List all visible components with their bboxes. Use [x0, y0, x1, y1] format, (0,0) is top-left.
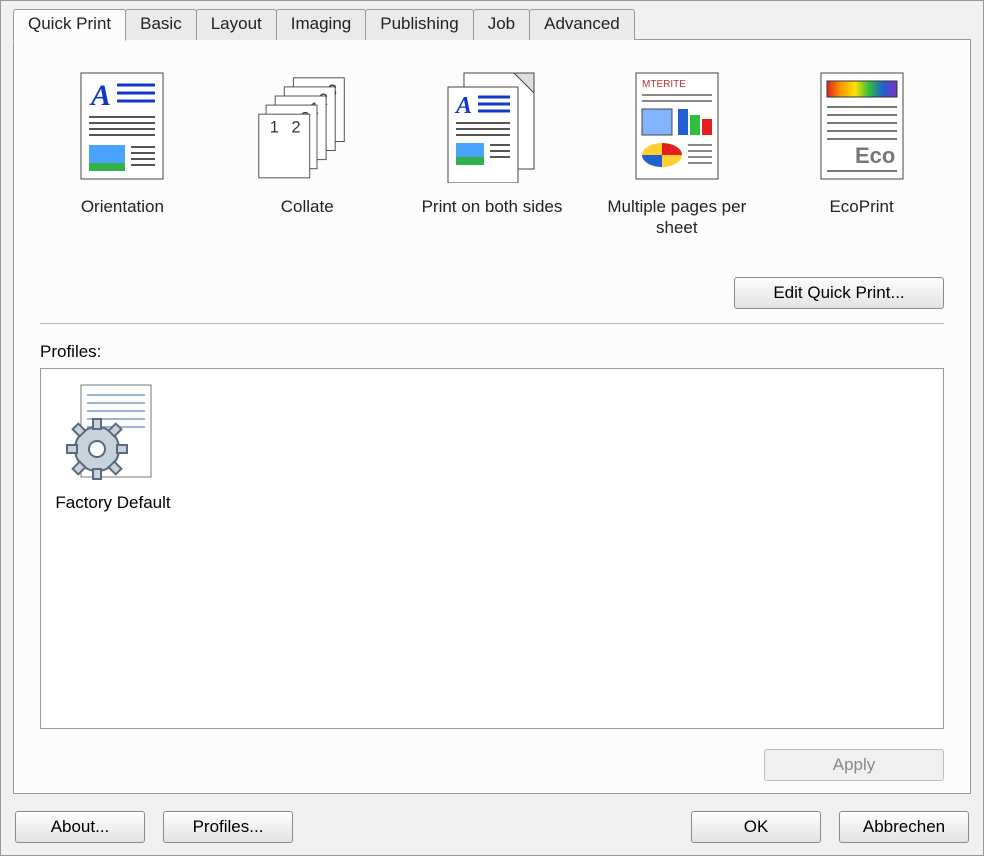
option-label: Orientation	[81, 196, 164, 217]
option-orientation[interactable]: A O	[50, 66, 195, 239]
tab-advanced[interactable]: Advanced	[529, 9, 635, 40]
option-both-sides[interactable]: A Print on both sides	[420, 66, 565, 239]
tab-label: Quick Print	[28, 14, 111, 33]
collate-icon: 3 2 1 3 2 1	[257, 66, 357, 186]
option-ecoprint[interactable]: Eco EcoPrint	[789, 66, 934, 239]
ecoprint-icon: Eco	[812, 66, 912, 186]
tab-strip: Quick Print Basic Layout Imaging Publish…	[1, 1, 983, 40]
svg-text:1: 1	[270, 118, 279, 136]
profile-label: Factory Default	[55, 493, 170, 513]
option-label: Collate	[281, 196, 334, 217]
apply-button: Apply	[764, 749, 944, 781]
svg-text:Eco: Eco	[855, 143, 895, 168]
dialog-footer: About... Profiles... OK Abbrechen	[1, 803, 983, 855]
duplex-icon: A	[442, 66, 542, 186]
svg-text:A: A	[89, 79, 111, 112]
profiles-heading: Profiles:	[40, 342, 944, 362]
profiles-listbox[interactable]: Factory Default	[40, 368, 944, 730]
tab-job[interactable]: Job	[473, 9, 530, 40]
quick-print-options: A O	[40, 66, 944, 247]
factory-default-icon	[63, 381, 163, 489]
tab-layout[interactable]: Layout	[196, 9, 277, 40]
tab-imaging[interactable]: Imaging	[276, 9, 366, 40]
svg-text:MTERITE: MTERITE	[642, 79, 686, 90]
edit-quick-print-button[interactable]: Edit Quick Print...	[734, 277, 944, 309]
option-label: Print on both sides	[422, 196, 563, 217]
tab-quick-print[interactable]: Quick Print	[13, 9, 126, 41]
option-multi-per-sheet[interactable]: MTERITE	[604, 66, 749, 239]
tab-label: Layout	[211, 14, 262, 33]
tab-label: Basic	[140, 14, 182, 33]
tab-panel-quick-print: A O	[13, 39, 971, 794]
profiles-button[interactable]: Profiles...	[163, 811, 293, 843]
profile-item-factory-default[interactable]: Factory Default	[53, 381, 173, 513]
option-collate[interactable]: 3 2 1 3 2 1 Collate	[235, 66, 380, 239]
tab-label: Advanced	[544, 14, 620, 33]
tab-label: Job	[488, 14, 515, 33]
orientation-icon: A	[72, 66, 172, 186]
option-label: EcoPrint	[829, 196, 893, 217]
apply-row: Apply	[40, 749, 944, 781]
separator	[40, 323, 944, 324]
cancel-button[interactable]: Abbrechen	[839, 811, 969, 843]
nup-icon: MTERITE	[627, 66, 727, 186]
about-button[interactable]: About...	[15, 811, 145, 843]
tab-publishing[interactable]: Publishing	[365, 9, 473, 40]
print-properties-dialog: Quick Print Basic Layout Imaging Publish…	[0, 0, 984, 856]
tab-label: Imaging	[291, 14, 351, 33]
tab-basic[interactable]: Basic	[125, 9, 197, 40]
ok-button[interactable]: OK	[691, 811, 821, 843]
svg-text:2: 2	[292, 118, 301, 136]
svg-text:A: A	[454, 93, 472, 119]
edit-quick-print-row: Edit Quick Print...	[40, 277, 944, 309]
option-label: Multiple pages per sheet	[604, 196, 749, 239]
tab-label: Publishing	[380, 14, 458, 33]
